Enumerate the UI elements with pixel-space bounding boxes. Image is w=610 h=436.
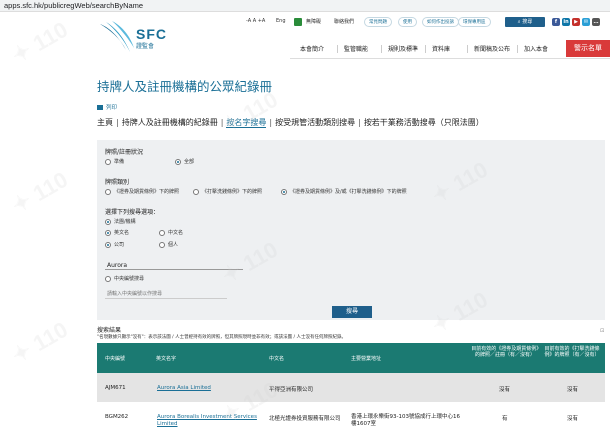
nav-divider xyxy=(337,45,338,53)
search-options-label: 選擇下列搜尋選項： xyxy=(105,209,160,216)
option-chinese-name[interactable]: 中文名 xyxy=(159,230,183,238)
category-label: 牌照類別 xyxy=(105,179,130,186)
radio-button[interactable] xyxy=(193,189,199,195)
results-heading: 搜索結果 xyxy=(97,327,122,334)
nav-divider xyxy=(425,45,426,53)
cell-sfo-licence: 沒有 xyxy=(499,387,511,393)
table-row: BGM262 Aurora Borealis Investment Servic… xyxy=(97,402,605,436)
tab-search-by-name[interactable]: 按名字搜尋 xyxy=(226,118,267,128)
tab-search-by-type[interactable]: 按受規管活動類別搜尋 xyxy=(275,118,355,127)
print-link[interactable]: 列印 xyxy=(97,103,117,111)
nav-about[interactable]: 本會簡介 xyxy=(300,44,324,56)
cell-english-name-link[interactable]: Aurora Asia Limited xyxy=(157,385,211,391)
radio-button[interactable] xyxy=(105,242,111,248)
language-switch[interactable]: Eng xyxy=(276,18,286,28)
contact-link[interactable]: 聯絡我們 xyxy=(334,18,354,28)
nav-join[interactable]: 加入本會 xyxy=(524,44,548,56)
sub-navigation: 主頁 | 持牌人及註冊機構的紀錄冊 | 按名字搜尋 | 按受規管活動類別搜尋 | 按若干業務活動… xyxy=(97,117,484,128)
watermark-icon: ✦ 110 xyxy=(7,166,73,219)
cell-english-name-link[interactable]: Aurora Borealis Investment Services Limi… xyxy=(157,414,261,427)
results-note: "名現數據只顯示"沒有"：表示該法團 / 人士曾經持有效的牌照，但其牌照現時並非… xyxy=(97,335,346,340)
url-text: apps.sfc.hk/publicregWeb/searchByName xyxy=(4,1,144,10)
category-option-amlo[interactable]: 《打擊洗錢條例》下的牌照 xyxy=(193,189,262,197)
radio-button[interactable] xyxy=(105,159,111,165)
nav-divider xyxy=(467,45,468,53)
radio-button[interactable] xyxy=(175,159,181,165)
radio-button[interactable] xyxy=(105,219,111,225)
name-search-input[interactable] xyxy=(105,261,243,270)
tab-separator: | xyxy=(116,118,119,127)
usage-pill[interactable]: 使用 xyxy=(398,17,417,27)
font-size-controls[interactable]: -A A +A xyxy=(246,18,265,28)
cell-chinese-name: 北極光證券投資服務有限公司 xyxy=(269,416,341,422)
watermark-icon: ✦ 110 xyxy=(7,16,73,69)
nav-news[interactable]: 新聞稿及公布 xyxy=(474,44,510,56)
cell-chinese-name: 平得亞洲有限公司 xyxy=(269,387,314,393)
option-corporation[interactable]: 法團/機構 xyxy=(105,219,136,227)
col-english-name[interactable]: 英文名字 xyxy=(156,355,176,362)
category-option-both[interactable]: 《證券及期貨條例》及/或《打擊洗錢條例》下的牌照 xyxy=(281,189,407,197)
status-option-all[interactable]: 全部 xyxy=(175,159,194,167)
nav-divider xyxy=(517,45,518,53)
col-address[interactable]: 主要營業地址 xyxy=(351,355,381,362)
tab-separator: | xyxy=(269,118,273,127)
browser-address-bar[interactable]: apps.sfc.hk/publicregWeb/searchByName xyxy=(0,0,610,12)
site-search-button[interactable]: ⌕ 搜尋 xyxy=(505,17,545,27)
cell-ce-number: AJM671 xyxy=(105,385,126,391)
radio-button[interactable] xyxy=(105,276,111,282)
expand-icon[interactable]: ⊡ xyxy=(600,328,604,334)
alert-list-button[interactable]: 警示名單 xyxy=(566,40,610,57)
cell-sfo-licence: 有 xyxy=(502,416,508,422)
cell-amlo-licence: 沒有 xyxy=(567,416,579,422)
green-pill[interactable]: 環保專用區 xyxy=(458,17,491,27)
radio-button[interactable] xyxy=(159,230,165,236)
status-option-current[interactable]: 準備 xyxy=(105,159,124,167)
more-icon[interactable]: … xyxy=(592,18,600,26)
radio-button[interactable] xyxy=(105,230,111,236)
category-option-sfo[interactable]: 《證券及期貨條例》下的牌照 xyxy=(105,189,179,197)
watermark-icon: ✦ 110 xyxy=(7,316,73,369)
table-row: AJM671 Aurora Asia Limited 平得亞洲有限公司 沒有 沒… xyxy=(97,373,605,402)
radio-button[interactable] xyxy=(159,242,165,248)
nav-regulatory[interactable]: 監管職能 xyxy=(344,44,368,56)
nav-divider-line xyxy=(290,58,610,59)
cell-amlo-licence: 沒有 xyxy=(567,387,579,393)
tab-home[interactable]: 主頁 xyxy=(97,118,113,127)
cell-ce-number: BGM262 xyxy=(105,414,129,420)
option-english-name[interactable]: 英文名 xyxy=(105,230,129,238)
option-individual[interactable]: 個人 xyxy=(159,242,178,250)
email-icon[interactable]: ✉ xyxy=(582,18,590,26)
option-company[interactable]: 公司 xyxy=(105,242,124,250)
complaint-pill[interactable]: 如何作出投訴 xyxy=(422,17,459,27)
printer-icon xyxy=(97,105,103,110)
tab-separator: | xyxy=(358,118,361,127)
tab-register[interactable]: 持牌人及註冊機構的紀錄冊 xyxy=(122,118,218,127)
results-table-header: 中央編號 英文名字 中文名 主要營業地址 目前有效的《證券及期貨條例》的牌照／註… xyxy=(97,343,605,373)
nav-database[interactable]: 資料庫 xyxy=(432,44,450,56)
page-title: 持牌人及註冊機構的公眾紀錄冊 xyxy=(97,79,273,94)
tab-separator: | xyxy=(220,118,224,127)
nav-rules[interactable]: 規則及標準 xyxy=(388,44,418,56)
status-label: 牌照/註冊狀況 xyxy=(105,149,144,156)
tab-search-by-activity[interactable]: 按若干業務活動搜尋（只限法團） xyxy=(364,118,484,127)
faq-pill[interactable]: 常見問題 xyxy=(364,17,392,27)
col-chinese-name[interactable]: 中文名 xyxy=(269,355,284,362)
radio-button[interactable] xyxy=(281,189,287,195)
nav-divider xyxy=(381,45,382,53)
facebook-icon[interactable]: f xyxy=(552,18,560,26)
col-amlo-licence[interactable]: 目前有效的《打擊洗錢條例》的牌照（有／沒有） xyxy=(541,346,603,358)
linkedin-icon[interactable]: in xyxy=(562,18,570,26)
accessibility-badge-icon xyxy=(294,18,302,26)
radio-button[interactable] xyxy=(105,189,111,195)
col-ce-number[interactable]: 中央編號 xyxy=(105,355,125,362)
logo-text: SFC 證監會 xyxy=(136,26,167,50)
col-sfo-licence[interactable]: 目前有效的《證券及期貨條例》的牌照／註冊（有／沒有） xyxy=(471,346,539,358)
accessibility-link[interactable]: 無障礙 xyxy=(306,18,321,28)
central-number-input[interactable] xyxy=(105,290,227,299)
cell-address: 香港上環永樂街93-103號協成行上環中心16樓1607室 xyxy=(351,414,460,427)
option-central-entity[interactable]: 中央編號搜尋 xyxy=(105,276,144,284)
youtube-icon[interactable]: ▶ xyxy=(572,18,580,26)
search-submit-button[interactable]: 搜尋 xyxy=(332,306,372,318)
